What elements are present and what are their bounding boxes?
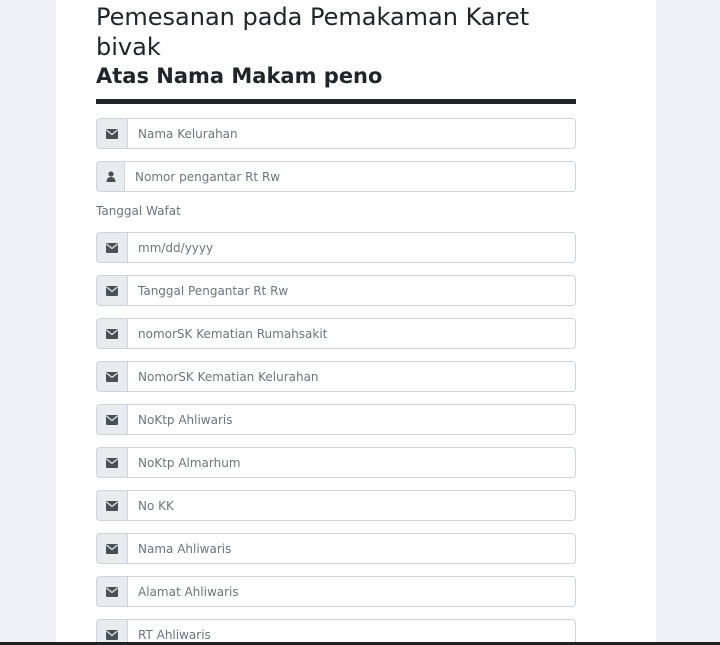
envelope-icon (96, 118, 127, 149)
tanggal-pengantar-rt-rw-input[interactable] (127, 275, 576, 306)
noktp-almarhum-input[interactable] (127, 447, 576, 478)
tanggal-wafat-label: Tanggal Wafat (96, 204, 181, 218)
envelope-icon (96, 533, 127, 564)
input-group-noktp-ahliwaris (96, 404, 576, 435)
page-subtitle: Atas Nama Makam peno (96, 64, 383, 88)
nomor-sk-kematian-kelurahan-input[interactable] (127, 361, 576, 392)
title-divider (96, 99, 576, 104)
input-group-sk-kelurahan (96, 361, 576, 392)
envelope-icon (96, 490, 127, 521)
form-panel: Pemesanan pada Pemakaman Karet bivak Ata… (56, 0, 656, 645)
nama-ahliwaris-input[interactable] (127, 533, 576, 564)
envelope-icon (96, 318, 127, 349)
nomor-pengantar-rt-rw-input[interactable] (124, 161, 576, 192)
input-group-no-kk (96, 490, 576, 521)
input-group-tanggal-wafat (96, 232, 576, 263)
form-content: Pemesanan pada Pemakaman Karet bivak Ata… (96, 0, 576, 645)
user-icon (96, 161, 124, 192)
input-group-nomor-pengantar (96, 161, 576, 192)
input-group-noktp-almarhum (96, 447, 576, 478)
noktp-ahliwaris-input[interactable] (127, 404, 576, 435)
envelope-icon (96, 576, 127, 607)
input-group-sk-rumahsakit (96, 318, 576, 349)
page-title: Pemesanan pada Pemakaman Karet bivak (96, 3, 530, 61)
input-group-tanggal-pengantar (96, 275, 576, 306)
envelope-icon (96, 404, 127, 435)
tanggal-wafat-input[interactable] (127, 232, 576, 263)
envelope-icon (96, 447, 127, 478)
nama-kelurahan-input[interactable] (127, 118, 576, 149)
nomor-sk-kematian-rumahsakit-input[interactable] (127, 318, 576, 349)
no-kk-input[interactable] (127, 490, 576, 521)
input-group-alamat-ahliwaris (96, 576, 576, 607)
alamat-ahliwaris-input[interactable] (127, 576, 576, 607)
envelope-icon (96, 361, 127, 392)
input-group-nama-kelurahan (96, 118, 576, 149)
envelope-icon (96, 232, 127, 263)
input-group-nama-ahliwaris (96, 533, 576, 564)
envelope-icon (96, 275, 127, 306)
